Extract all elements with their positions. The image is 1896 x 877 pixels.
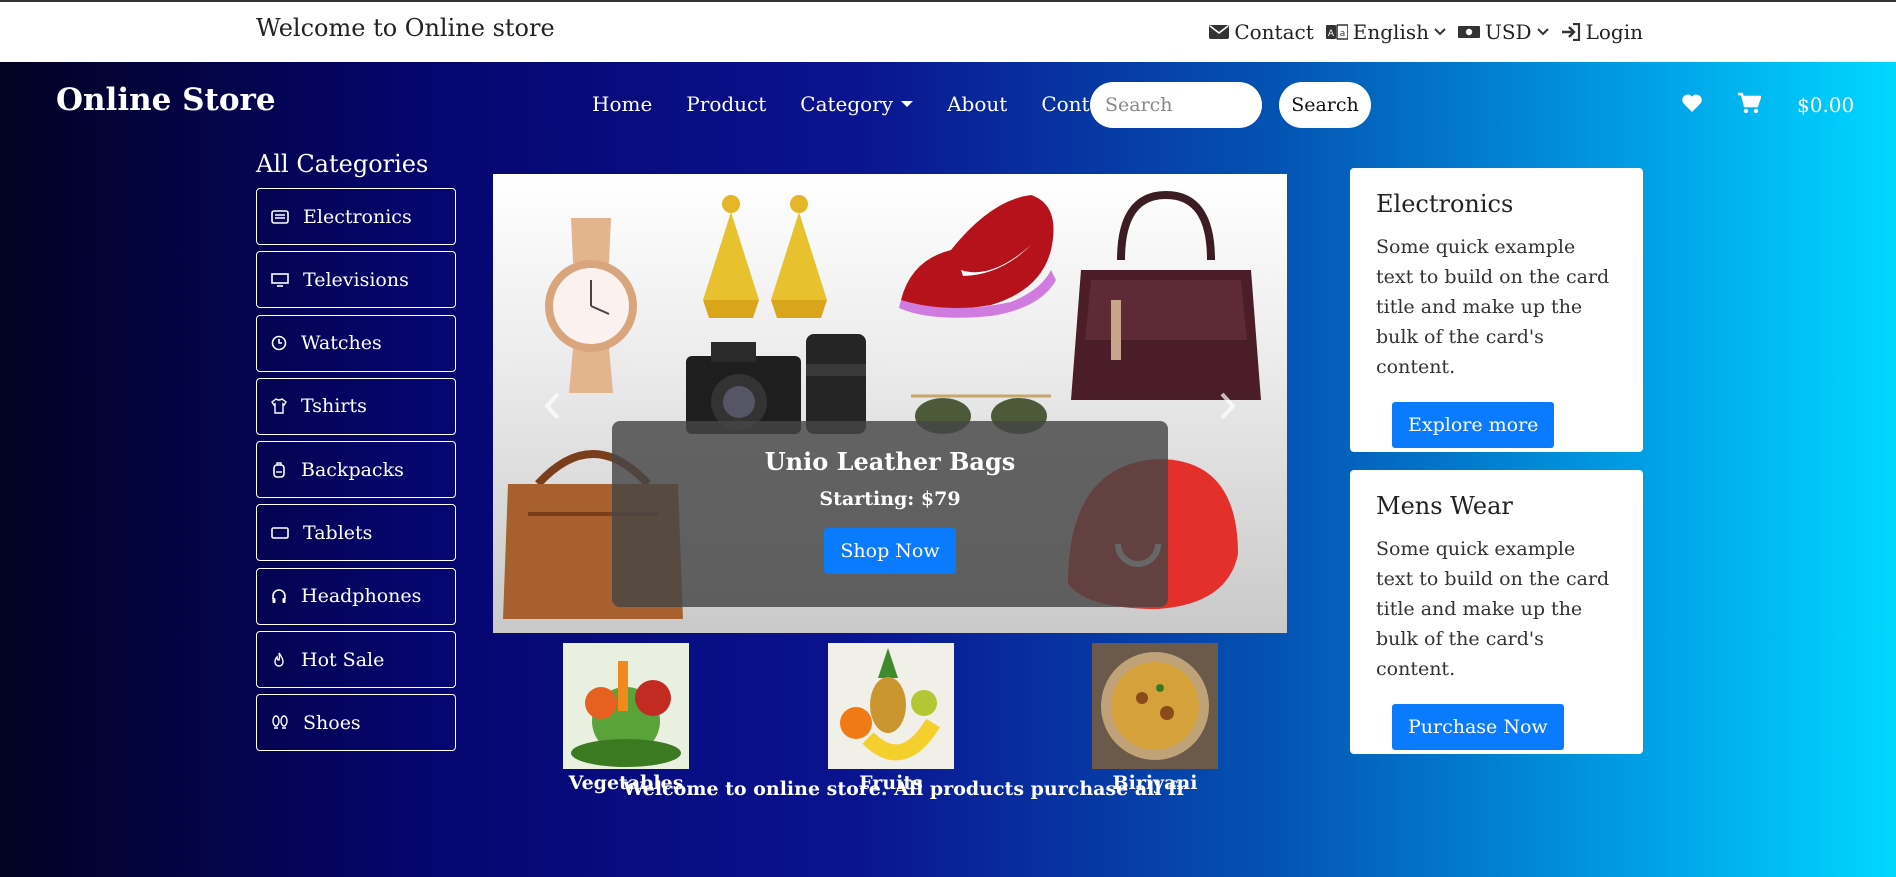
category-item-tshirts[interactable]: Tshirts [256, 377, 456, 435]
nav-category[interactable]: Category [800, 92, 914, 116]
welcome-text: Welcome to Online store [256, 14, 555, 42]
chevron-down-icon [1434, 28, 1446, 36]
handbag-image [1071, 190, 1261, 400]
contact-link-label: Contact [1234, 20, 1314, 44]
vegetables-image [563, 643, 689, 769]
backpack-icon [273, 461, 285, 478]
device-icon [271, 209, 289, 224]
tablet-icon [271, 527, 289, 539]
tv-icon [271, 272, 289, 287]
category-label: Watches [301, 332, 382, 355]
card-mens-wear: Mens Wear Some quick example text to bui… [1350, 470, 1643, 754]
money-icon [1458, 26, 1480, 38]
nav-home[interactable]: Home [592, 92, 652, 116]
currency-label: USD [1485, 20, 1532, 44]
categories-title: All Categories [256, 150, 429, 178]
caret-down-icon [901, 101, 914, 107]
card-text: Some quick example text to build on the … [1376, 538, 1610, 680]
nav-about[interactable]: About [947, 92, 1007, 116]
heart-icon[interactable] [1681, 93, 1703, 113]
biriyani-image [1092, 643, 1218, 769]
chevron-left-icon[interactable] [543, 392, 561, 420]
category-label: Shoes [303, 711, 361, 734]
currency-dropdown[interactable]: USD [1458, 20, 1549, 44]
category-list: Electronics Televisions Watches Tshirts … [256, 188, 456, 758]
category-item-headphones[interactable]: Headphones [256, 567, 456, 625]
caption-subtitle: Starting: $79 [819, 488, 961, 510]
thumbnail-fruits[interactable]: Fruits [828, 643, 954, 794]
product-carousel[interactable]: Unio Leather Bags Starting: $79 Shop Now [493, 174, 1287, 633]
carousel-caption: Unio Leather Bags Starting: $79 Shop Now [612, 421, 1168, 607]
shop-now-button[interactable]: Shop Now [824, 528, 956, 574]
shirt-icon [271, 398, 287, 415]
category-label: Backpacks [301, 458, 404, 481]
search-button[interactable]: Search [1279, 82, 1371, 128]
search-input[interactable] [1090, 82, 1262, 128]
cart-icon[interactable] [1737, 92, 1761, 114]
contact-link[interactable]: Contact [1209, 20, 1314, 44]
thumbnail-vegetables[interactable]: Vegetables [563, 643, 689, 794]
nav-product[interactable]: Product [686, 92, 766, 116]
card-title: Mens Wear [1376, 492, 1513, 520]
chevron-down-icon [1536, 28, 1549, 36]
top-bar: Welcome to Online store Contact Aa Engli… [0, 0, 1896, 62]
thumbnail-biriyani[interactable]: Biriyani [1092, 643, 1218, 794]
welcome-marquee: Welcome to online store. All products pu… [623, 778, 1186, 800]
cart-total[interactable]: $0.00 [1797, 93, 1854, 117]
category-item-tablets[interactable]: Tablets [256, 504, 456, 562]
language-label: English [1352, 20, 1429, 44]
hero-section: Online Store Home Product Category About… [0, 62, 1896, 877]
clock-icon [271, 335, 287, 351]
category-label: Hot Sale [301, 648, 385, 671]
category-item-backpacks[interactable]: Backpacks [256, 441, 456, 499]
fruits-image [828, 643, 954, 769]
svg-text:A: A [1328, 29, 1335, 39]
category-item-hot-sale[interactable]: Hot Sale [256, 631, 456, 689]
envelope-icon [1209, 25, 1230, 39]
svg-text:a: a [1340, 29, 1346, 39]
brand-logo[interactable]: Online Store [56, 82, 276, 118]
category-label: Tablets [303, 521, 373, 544]
category-label: Tshirts [301, 395, 367, 418]
category-label: Electronics [303, 205, 412, 228]
watch-image [545, 218, 637, 393]
nav-category-label: Category [800, 92, 894, 116]
explore-more-button[interactable]: Explore more [1392, 402, 1555, 448]
purchase-now-button[interactable]: Purchase Now [1392, 704, 1564, 750]
category-label: Televisions [303, 268, 409, 291]
headphones-icon [272, 589, 286, 604]
language-icon: Aa [1325, 24, 1348, 40]
main-nav: Home Product Category About Contact [592, 92, 1121, 116]
login-label: Login [1585, 20, 1643, 44]
camera-image [686, 334, 866, 434]
category-label: Headphones [301, 585, 422, 608]
chevron-right-icon[interactable] [1219, 392, 1237, 420]
category-item-watches[interactable]: Watches [256, 314, 456, 372]
footprints-icon [272, 715, 288, 729]
caption-title: Unio Leather Bags [764, 447, 1016, 476]
login-link[interactable]: Login [1561, 20, 1643, 44]
category-item-shoes[interactable]: Shoes [256, 694, 456, 752]
flame-icon [274, 652, 284, 667]
earrings-image [703, 195, 827, 318]
shoe-image [899, 195, 1056, 318]
card-text: Some quick example text to build on the … [1376, 236, 1610, 378]
category-item-televisions[interactable]: Televisions [256, 251, 456, 309]
card-electronics: Electronics Some quick example text to b… [1350, 168, 1643, 452]
language-dropdown[interactable]: Aa English [1325, 20, 1446, 44]
top-links: Contact Aa English USD Login [1209, 20, 1643, 44]
card-title: Electronics [1376, 190, 1514, 218]
category-item-electronics[interactable]: Electronics [256, 188, 456, 245]
sign-in-icon [1561, 23, 1580, 41]
